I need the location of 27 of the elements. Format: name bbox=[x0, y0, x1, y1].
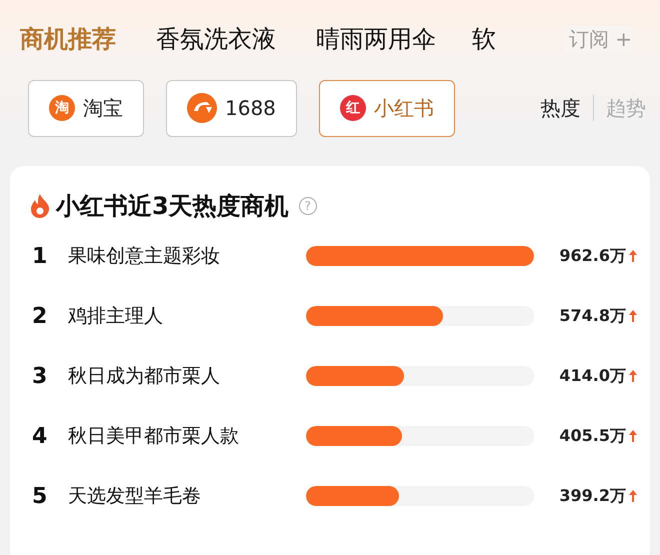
heat-value: 414.0万 bbox=[558, 366, 626, 386]
rank-number: 4 bbox=[31, 424, 48, 448]
swoosh-logo-icon bbox=[187, 93, 217, 123]
heat-value: 405.5万 bbox=[558, 426, 626, 446]
mode-tab[interactable]: 热度 bbox=[540, 94, 580, 122]
heat-value: 574.8万 bbox=[558, 306, 626, 326]
topic-name[interactable]: 鸡排主理人 bbox=[68, 303, 306, 329]
rank-number: 5 bbox=[31, 484, 48, 508]
taobao-logo-icon: 淘 bbox=[49, 95, 75, 121]
platform-button[interactable]: 淘 淘宝 bbox=[28, 80, 144, 136]
topic-name[interactable]: 秋日美甲都市栗人款 bbox=[68, 423, 306, 449]
rank-number: 1 bbox=[31, 244, 48, 268]
category-tab[interactable]: 晴雨两用伞 bbox=[316, 23, 436, 55]
flame-icon bbox=[30, 194, 50, 218]
card-title: 小红书近3天热度商机 bbox=[56, 191, 289, 222]
topic-name[interactable]: 果味创意主题彩妆 bbox=[68, 243, 306, 269]
topic-name[interactable]: 天选发型羊毛卷 bbox=[68, 483, 306, 509]
xiaohongshu-logo-icon: 红 bbox=[340, 95, 366, 121]
rank-number: 3 bbox=[31, 364, 48, 388]
category-tab[interactable]: 软 bbox=[472, 23, 496, 55]
heat-value: 399.2万 bbox=[558, 486, 626, 506]
topic-name[interactable]: 秋日成为都市栗人 bbox=[68, 363, 306, 389]
heat-value: 962.6万 bbox=[558, 246, 626, 266]
category-tab[interactable]: 香氛洗衣液 bbox=[156, 23, 276, 55]
rank-number: 2 bbox=[31, 304, 48, 328]
platform-button[interactable]: 1688 bbox=[166, 80, 297, 136]
platform-button[interactable]: 红 小红书 bbox=[318, 80, 455, 136]
